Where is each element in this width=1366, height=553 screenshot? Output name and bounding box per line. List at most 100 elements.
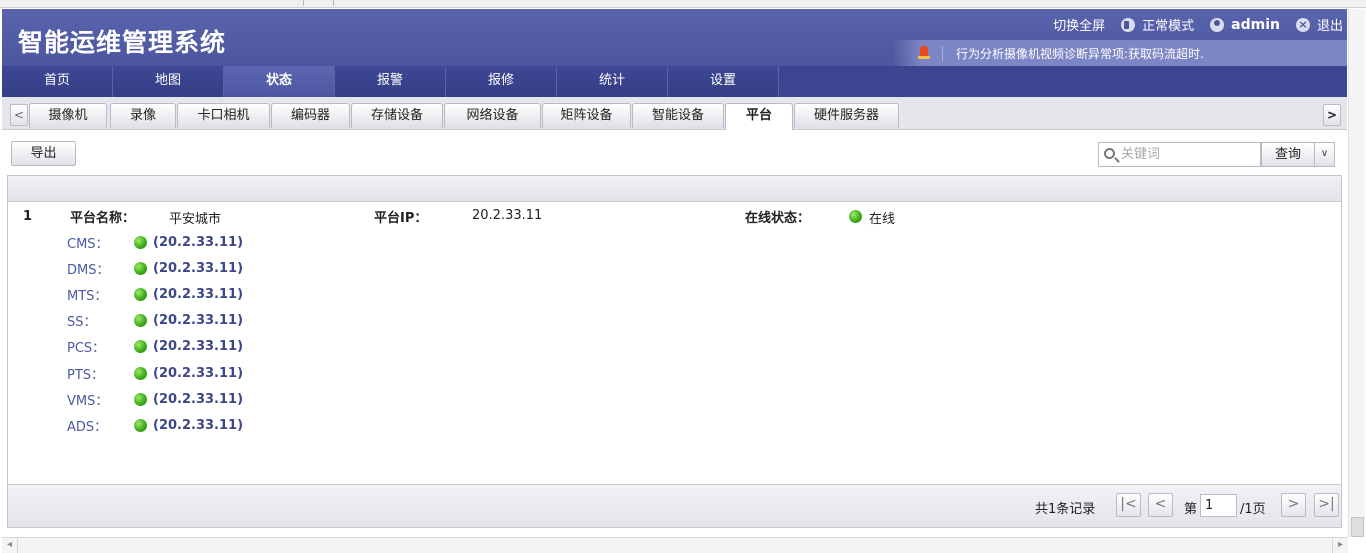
main-nav: 首页 地图 状态 报警 报修 统计 设置 (2, 66, 1347, 97)
service-ip: (20.2.33.11) (153, 339, 244, 355)
logout-link[interactable]: × 退出 (1295, 15, 1343, 34)
platform-ip-value: 20.2.33.11 (472, 208, 543, 223)
next-page-button[interactable]: > (1281, 493, 1306, 517)
service-status-icon (134, 392, 147, 406)
vertical-scrollbar[interactable] (1348, 9, 1365, 537)
service-row: SS： (20.2.33.11) (67, 312, 243, 330)
row-index: 1 (23, 209, 33, 224)
tab-0[interactable]: 摄像机 (29, 103, 107, 128)
alarm-divider (942, 46, 943, 61)
online-status-label: 在线状态： (745, 211, 811, 226)
main-nav-items: 首页 地图 状态 报警 报修 统计 设置 (2, 66, 779, 97)
browser-tab[interactable] (0, 0, 304, 6)
app-header: 智能运维管理系统 切换全屏 正常模式 admin × 退出 行为分析摄像机视频诊断… (2, 9, 1347, 66)
nav-item-3[interactable]: 报警 (335, 66, 446, 97)
top-links: 切换全屏 正常模式 admin × 退出 (1037, 15, 1343, 35)
mode-icon (1121, 17, 1136, 32)
logout-label: 退出 (1316, 19, 1343, 34)
tab-7[interactable]: 智能设备 (632, 103, 724, 128)
nav-item-6[interactable]: 设置 (668, 66, 779, 97)
nav-item-2[interactable]: 状态 (224, 66, 335, 97)
service-ip: (20.2.33.11) (153, 313, 244, 329)
last-page-button[interactable]: >| (1314, 493, 1339, 517)
platform-name-value: 平安城市 (169, 212, 222, 227)
pagination-bar: 共1条记录 |< < 第 1 /1页 > >| (8, 484, 1341, 527)
mode-link[interactable]: 正常模式 (1121, 15, 1194, 34)
first-page-button[interactable]: |< (1116, 493, 1141, 517)
tab-2[interactable]: 卡口相机 (177, 103, 270, 128)
nav-item-5[interactable]: 统计 (557, 66, 668, 97)
prev-page-button[interactable]: < (1148, 493, 1173, 517)
service-ip: (20.2.33.11) (153, 365, 244, 381)
service-row: MTS： (20.2.33.11) (67, 285, 244, 304)
tab-5[interactable]: 网络设备 (444, 103, 541, 128)
tab-scroll-right-button[interactable]: > (1323, 104, 1341, 126)
service-row: DMS： (20.2.33.11) (67, 259, 243, 278)
service-ip: (20.2.33.11) (153, 391, 244, 407)
user-link[interactable]: admin (1210, 17, 1280, 33)
grid-header (8, 176, 1341, 202)
horizontal-scrollbar[interactable]: ◂ ▸ (2, 537, 1348, 553)
service-name: DMS： (67, 262, 110, 278)
service-name: VMS： (67, 393, 109, 409)
search-box (1098, 142, 1261, 167)
tab-9[interactable]: 硬件服务器 (794, 103, 899, 128)
alarm-bar[interactable]: 行为分析摄像机视频诊断异常项:获取码流超时. (892, 40, 1347, 66)
service-status-icon (134, 287, 147, 301)
nav-item-4[interactable]: 报修 (446, 66, 557, 97)
device-tabs: < 摄像机 录像 卡口相机 编码器 存储设备 网络设备 矩阵设备 智能设备 平台 硬件服务器 > (2, 97, 1347, 130)
tab-scroll-left-button[interactable]: < (10, 104, 28, 126)
service-row: PTS： (20.2.33.11) (67, 364, 244, 383)
username: admin (1231, 16, 1280, 33)
nav-item-1[interactable]: 地图 (113, 66, 224, 97)
service-name: MTS： (67, 288, 108, 304)
tab-6[interactable]: 矩阵设备 (542, 103, 631, 128)
alarm-message: 行为分析摄像机视频诊断异常项:获取码流超时. (956, 47, 1204, 61)
online-status-icon (849, 210, 862, 223)
tab-4[interactable]: 存储设备 (351, 103, 443, 128)
export-button[interactable]: 导出 (11, 141, 76, 166)
page-number-input[interactable]: 1 (1200, 494, 1237, 517)
service-ip: (20.2.33.11) (153, 234, 244, 250)
alarm-light-icon (918, 46, 930, 59)
scrollbar-thumb[interactable] (1351, 517, 1364, 537)
platform-grid: 1 平台名称： 平安城市 平台IP： 20.2.33.11 在线状态： 在线 C… (7, 175, 1342, 528)
browser-tab-strip (0, 0, 1366, 8)
service-row: CMS： (20.2.33.11) (67, 233, 244, 252)
platform-ip-label: 平台IP： (374, 211, 428, 226)
tab-1[interactable]: 录像 (110, 103, 176, 128)
platform-name-label: 平台名称： (70, 211, 136, 226)
page-total: /1页 (1240, 502, 1266, 517)
service-name: PTS： (67, 367, 105, 383)
search-icon (1104, 148, 1115, 159)
service-status-icon (134, 340, 147, 354)
fullscreen-link[interactable]: 切换全屏 (1053, 15, 1105, 34)
tab-3[interactable]: 编码器 (271, 103, 350, 128)
query-button[interactable]: 查询 (1261, 142, 1315, 167)
service-ip: (20.2.33.11) (153, 417, 244, 433)
service-row: VMS： (20.2.33.11) (67, 390, 244, 409)
scroll-right-arrow-icon[interactable]: ▸ (1332, 538, 1348, 553)
service-status-icon (134, 418, 147, 432)
query-dropdown-button[interactable]: ∨ (1315, 142, 1335, 167)
service-row: PCS： (20.2.33.11) (67, 338, 243, 356)
nav-item-0[interactable]: 首页 (2, 66, 113, 97)
service-ip: (20.2.33.11) (153, 286, 244, 302)
fullscreen-label: 切换全屏 (1053, 19, 1106, 34)
service-name: SS： (67, 315, 97, 331)
service-status-icon (134, 261, 147, 275)
chevron-down-icon: ∨ (1320, 148, 1329, 159)
online-status-value: 在线 (869, 212, 896, 227)
scroll-left-arrow-icon[interactable]: ◂ (2, 538, 18, 553)
search-input[interactable] (1121, 145, 1257, 164)
mode-label: 正常模式 (1142, 19, 1195, 34)
page-prefix: 第 (1184, 502, 1198, 517)
service-status-icon (134, 314, 147, 328)
service-status-icon (134, 235, 147, 249)
record-count: 共1条记录 (1035, 502, 1096, 517)
service-name: PCS： (67, 341, 106, 357)
browser-new-tab[interactable] (304, 0, 334, 6)
tab-8[interactable]: 平台 (725, 103, 793, 130)
service-name: ADS： (67, 419, 108, 435)
app-title: 智能运维管理系统 (18, 28, 227, 57)
